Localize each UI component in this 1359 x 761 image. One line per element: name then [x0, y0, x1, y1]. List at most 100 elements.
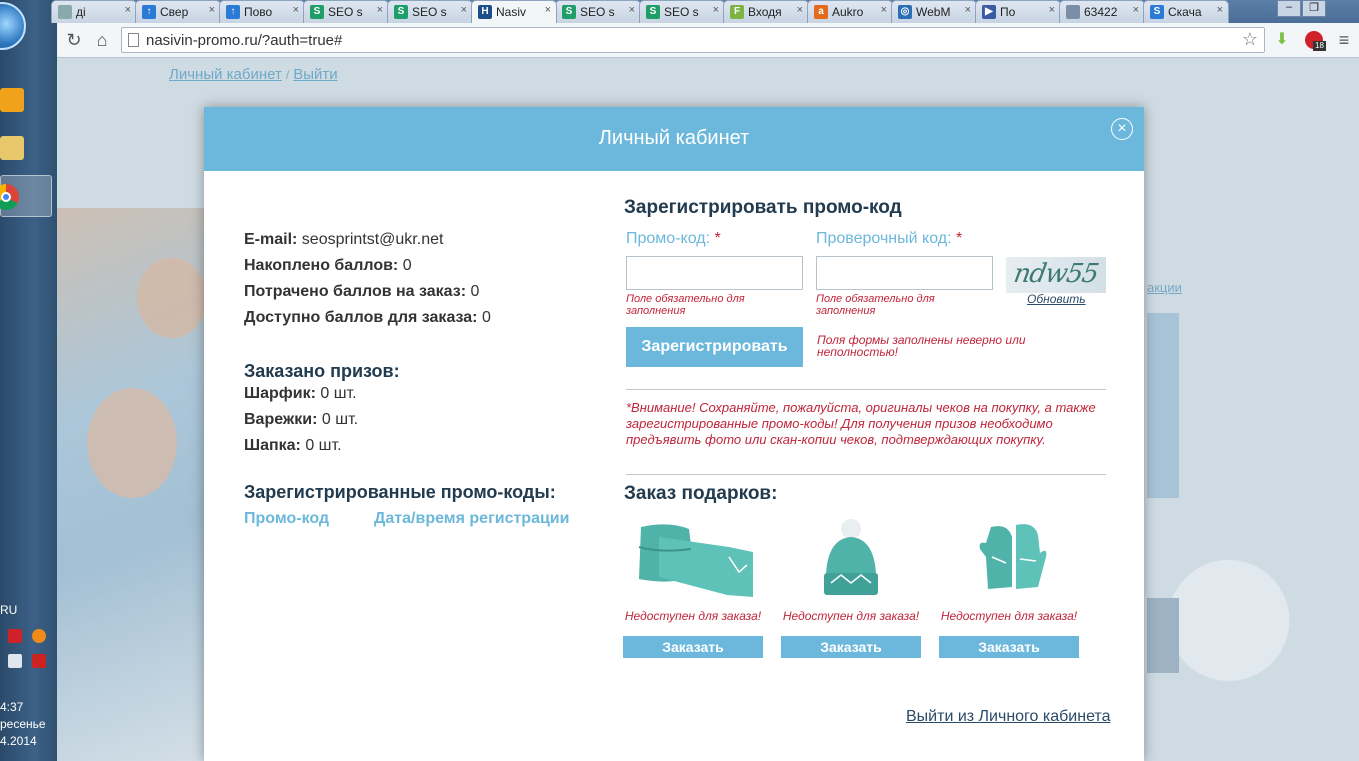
- chrome-taskbar-button[interactable]: [0, 175, 52, 217]
- order-mittens-button[interactable]: Заказать: [939, 636, 1079, 658]
- order-hat-button[interactable]: Заказать: [781, 636, 921, 658]
- seo-sprint-icon: S: [562, 5, 576, 19]
- home-icon[interactable]: ⌂: [91, 29, 113, 51]
- check-code-label: Проверочный код: *: [816, 230, 963, 247]
- mail-f-icon: F: [730, 5, 744, 19]
- video-icon: ▶: [982, 5, 996, 19]
- captcha-image: ndw55: [1006, 257, 1106, 293]
- check-code-input[interactable]: [816, 256, 993, 290]
- download-site-icon: S: [1150, 5, 1164, 19]
- browser-tab[interactable]: ▶ По ×: [975, 0, 1061, 23]
- registration-date-column-header[interactable]: Дата/время регистрации: [374, 510, 569, 528]
- close-tab-icon[interactable]: ×: [1133, 4, 1139, 16]
- spent-points-value: 0: [470, 283, 480, 300]
- menu-icon[interactable]: ≡: [1333, 29, 1355, 51]
- browser-tab[interactable]: ді ×: [51, 0, 137, 23]
- browser-tab[interactable]: ↑ Свер ×: [135, 0, 221, 23]
- adblock-extension-icon[interactable]: 18: [1303, 29, 1326, 51]
- nasivin-icon: H: [478, 5, 492, 19]
- prize-value: 0 шт.: [320, 385, 357, 402]
- browser-tab-label: WebM: [916, 5, 951, 19]
- globe-icon: ◎: [898, 5, 912, 19]
- breadcrumb-logout-link[interactable]: Выйти: [293, 66, 337, 83]
- close-tab-icon[interactable]: ×: [629, 4, 635, 16]
- register-promo-heading: Зарегистрировать промо-код: [624, 197, 902, 218]
- address-bar[interactable]: nasivin-promo.ru/?auth=true# ☆: [121, 27, 1265, 53]
- browser-tab[interactable]: S SEO s ×: [387, 0, 473, 23]
- browser-tab[interactable]: ↑ Пово ×: [219, 0, 305, 23]
- close-tab-icon[interactable]: ×: [461, 4, 467, 16]
- browser-tab[interactable]: S SEO s ×: [555, 0, 641, 23]
- close-tab-icon[interactable]: ×: [1049, 4, 1055, 16]
- email-label: E-mail:: [244, 231, 298, 248]
- browser-tab[interactable]: H Nasiv ×: [471, 0, 557, 23]
- email-row: E-mail: seosprintst@ukr.net: [244, 231, 443, 249]
- bookmark-star-icon[interactable]: ☆: [1242, 29, 1258, 50]
- side-login-panel: [1147, 313, 1179, 498]
- close-tab-icon[interactable]: ×: [881, 4, 887, 16]
- close-tab-icon[interactable]: ×: [209, 4, 215, 16]
- close-icon[interactable]: ×: [1111, 118, 1133, 140]
- address-url[interactable]: nasivin-promo.ru/?auth=true#: [146, 32, 342, 49]
- logout-cabinet-link[interactable]: Выйти из Личного кабинета: [906, 708, 1110, 726]
- close-tab-icon[interactable]: ×: [125, 4, 131, 16]
- explorer-folder-icon[interactable]: [0, 136, 24, 160]
- chrome-icon: [0, 184, 19, 210]
- close-tab-icon[interactable]: ×: [1217, 4, 1223, 16]
- close-tab-icon[interactable]: ×: [713, 4, 719, 16]
- prize-label: Шапка:: [244, 437, 301, 454]
- earned-points-label: Накоплено баллов:: [244, 257, 399, 274]
- start-button[interactable]: [0, 2, 26, 50]
- media-player-icon[interactable]: [0, 88, 24, 112]
- tray-flag-icon[interactable]: [32, 654, 46, 668]
- close-tab-icon[interactable]: ×: [377, 4, 383, 16]
- browser-tab-label: По: [1000, 5, 1016, 19]
- browser-tab-label: Входя: [748, 5, 782, 19]
- browser-tab[interactable]: F Входя ×: [723, 0, 809, 23]
- close-tab-icon[interactable]: ×: [293, 4, 299, 16]
- browser-tab[interactable]: 63422 ×: [1059, 0, 1145, 23]
- breadcrumb-cabinet-link[interactable]: Личный кабинет: [169, 66, 282, 83]
- check-code-error: Поле обязательно для заполнения: [816, 293, 935, 317]
- close-tab-icon[interactable]: ×: [545, 4, 551, 16]
- reload-icon[interactable]: ↻: [63, 29, 85, 51]
- required-mark: *: [955, 230, 963, 247]
- side-arrow-button[interactable]: [1147, 598, 1179, 673]
- promo-code-column-header[interactable]: Промо-код: [244, 510, 329, 528]
- tray-orange-icon[interactable]: [32, 629, 46, 643]
- browser-tab[interactable]: S SEO s ×: [639, 0, 725, 23]
- clock-day: ресенье: [0, 717, 46, 731]
- page-icon: [58, 5, 72, 19]
- close-tab-icon[interactable]: ×: [797, 4, 803, 16]
- browser-tab-label: Свер: [160, 5, 189, 19]
- browser-tab-label: Aukro: [832, 5, 864, 19]
- browser-tab-label: ді: [76, 5, 86, 19]
- cabinet-modal: Личный кабинет × E-mail: seosprintst@ukr…: [204, 107, 1144, 761]
- seo-sprint-icon: S: [310, 5, 324, 19]
- language-indicator[interactable]: RU: [0, 603, 17, 617]
- order-scarf-button[interactable]: Заказать: [623, 636, 763, 658]
- register-promo-button[interactable]: Зарегистрировать: [626, 327, 803, 367]
- arrow-up-icon: ↑: [226, 5, 240, 19]
- gift-status-mittens: Недоступен для заказа!: [940, 609, 1078, 623]
- close-tab-icon[interactable]: ×: [965, 4, 971, 16]
- tray-antivirus-icon[interactable]: [8, 629, 22, 643]
- browser-tab[interactable]: S SEO s ×: [303, 0, 389, 23]
- maximize-button[interactable]: ❐: [1302, 0, 1326, 17]
- earned-points-row: Накоплено баллов: 0: [244, 257, 412, 275]
- captcha-refresh-link[interactable]: Обновить: [1027, 292, 1086, 306]
- browser-tab[interactable]: ◎ WebM ×: [891, 0, 977, 23]
- tray-network-icon[interactable]: [8, 654, 22, 668]
- page-info-icon[interactable]: [128, 33, 139, 47]
- minimize-button[interactable]: –: [1277, 0, 1301, 17]
- clock-time[interactable]: 4:37: [0, 700, 23, 714]
- spent-points-label: Потрачено баллов на заказ:: [244, 283, 467, 300]
- modal-title: Личный кабинет: [598, 127, 750, 149]
- browser-tab[interactable]: a Aukro ×: [807, 0, 893, 23]
- download-extension-icon[interactable]: ⬇: [1271, 29, 1293, 51]
- browser-tab[interactable]: S Скача ×: [1143, 0, 1229, 23]
- gift-order-heading: Заказ подарков:: [624, 483, 778, 504]
- promo-side-link[interactable]: акции: [1147, 280, 1182, 295]
- browser-tab-label: 63422: [1084, 5, 1118, 19]
- promo-code-input[interactable]: [626, 256, 803, 290]
